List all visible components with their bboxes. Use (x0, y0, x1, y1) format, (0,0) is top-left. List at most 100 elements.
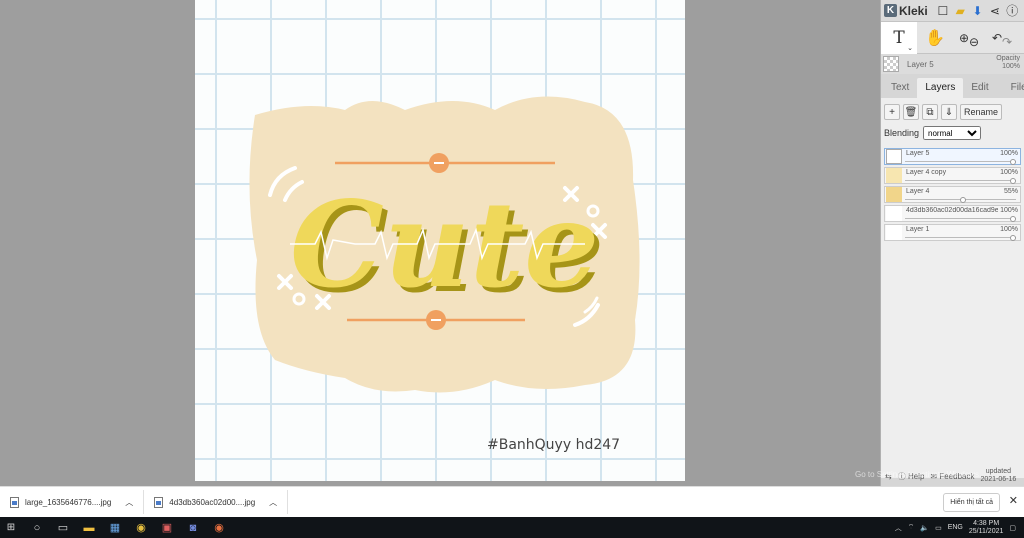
layer-name: Layer 4 copy (906, 169, 947, 176)
download-filename: 4d3db360ac02d00....jpg (169, 497, 256, 507)
add-layer-button[interactable]: + (884, 104, 900, 120)
clock-time: 4:38 PM (973, 519, 1000, 527)
delete-layer-button[interactable]: 🗑 (903, 104, 919, 120)
layer-item[interactable]: Layer 4 55% (884, 186, 1021, 203)
notifications-icon[interactable]: ▢ (1009, 524, 1016, 532)
current-layer-name: Layer 5 (907, 59, 934, 69)
app-icon[interactable]: ▣ (156, 517, 178, 538)
slider-knob[interactable] (1010, 159, 1016, 165)
updated-date: 2021-06-16 (980, 476, 1017, 483)
tab-edit[interactable]: Edit (963, 78, 996, 98)
blending-select[interactable]: normal (923, 126, 982, 140)
watermark-text: #BanhQuyy hd247 (487, 437, 621, 453)
slider-knob[interactable] (1010, 216, 1016, 222)
layer-thumbnail (886, 168, 902, 183)
kleki-logo-icon: K (884, 4, 897, 17)
updated-label: updated (985, 468, 1012, 475)
download-filename: large_1635646776....jpg (25, 497, 112, 507)
layer-opacity: 100% (1000, 226, 1018, 233)
blending-row: Blending normal (884, 126, 1021, 140)
zoom-in-icon[interactable]: ⊕ (959, 31, 969, 45)
layer-opacity-slider[interactable] (905, 159, 1016, 165)
layer-name: Layer 4 (906, 188, 930, 195)
tab-text[interactable]: Text (883, 78, 917, 98)
chrome-active-icon[interactable]: ◉ (208, 517, 230, 538)
image-file-icon (10, 496, 19, 508)
layer-item[interactable]: 4d3db360ac02d00da16cad9e 100% (884, 205, 1021, 222)
layer-opacity: 100% (1000, 150, 1018, 157)
layer-opacity-slider[interactable] (905, 235, 1016, 241)
chevron-up-icon[interactable]: ︿ (125, 497, 133, 508)
artboard[interactable]: Cute Cute #BanhQuyy hd247 (195, 0, 685, 481)
clock[interactable]: 4:38 PM 25/11/2021 (969, 520, 1004, 536)
volume-icon[interactable]: 🔈 (920, 524, 929, 532)
download-item[interactable]: large_1635646776....jpg ︿ (0, 490, 145, 514)
share-icon[interactable]: ⋖ (986, 2, 1003, 20)
kleki-logo[interactable]: K Kleki (884, 4, 934, 18)
layer-name: 4d3db360ac02d00da16cad9e (906, 207, 998, 214)
rename-layer-button[interactable]: Rename (960, 104, 1003, 120)
calculator-icon[interactable]: ▦ (104, 517, 126, 538)
layer-opacity-slider[interactable] (905, 178, 1016, 184)
undo-icon[interactable]: ↶ (992, 31, 1002, 45)
layer-thumbnail (886, 225, 902, 240)
chevron-up-icon[interactable]: ︿ (269, 497, 277, 508)
download-icon[interactable]: ⬇ (969, 2, 986, 20)
task-view-icon[interactable]: ▭ (52, 517, 74, 538)
layer-opacity-slider[interactable] (905, 216, 1016, 222)
redo-icon[interactable]: ↷ (1002, 35, 1012, 49)
help-icon[interactable]: ⓘ (1004, 2, 1021, 20)
chrome-icon[interactable]: ◉ (130, 517, 152, 538)
layer-list: Layer 5 100% Layer 4 copy 100% Layer 4 5… (884, 148, 1021, 241)
layer-name: Layer 1 (906, 226, 930, 233)
tab-file[interactable]: File (1003, 78, 1024, 98)
clock-date: 25/11/2021 (968, 527, 1004, 535)
layer-opacity-slider[interactable] (905, 197, 1016, 203)
system-tray: ︿ ⌔ 🔈 ▭ ENG 4:38 PM 25/11/2021 ▢ (895, 517, 1016, 538)
side-panel: K Kleki ☐ ▰ ⬇ ⋖ ⓘ T ⌄ ✋ ⊕ ⊖ ↶ ↷ Layer 5 … (880, 0, 1024, 486)
network-icon[interactable]: ⌔ (908, 523, 915, 532)
slider-knob[interactable] (1010, 235, 1016, 241)
hand-tool-button[interactable]: ✋ (917, 22, 953, 54)
layer-item[interactable]: Layer 5 100% (884, 148, 1021, 165)
layer-thumbnail (886, 187, 902, 202)
app-name: Kleki (899, 3, 928, 18)
layer-thumbnail (886, 206, 902, 221)
chevron-up-icon[interactable]: ︿ (895, 523, 902, 533)
layer-opacity: 100% (1000, 169, 1018, 176)
open-folder-icon[interactable]: ▰ (952, 2, 969, 20)
layer-name: Layer 5 (906, 150, 930, 157)
layer-item[interactable]: Layer 4 copy 100% (884, 167, 1021, 184)
panel-tabs: Text Layers Edit File (881, 76, 1024, 98)
canvas-workspace[interactable]: Cute Cute #BanhQuyy hd247 (0, 0, 880, 486)
text-tool-button[interactable]: T ⌄ (881, 21, 917, 54)
merge-layer-button[interactable]: ⇓ (941, 104, 957, 120)
battery-icon[interactable]: ▭ (935, 524, 942, 532)
tool-bar: T ⌄ ✋ ⊕ ⊖ ↶ ↷ (881, 21, 1024, 54)
downloads-bar: large_1635646776....jpg ︿ 4d3db360ac02d0… (0, 486, 1024, 517)
history-buttons: ↶ ↷ (985, 22, 1019, 54)
download-item[interactable]: 4d3db360ac02d00....jpg ︿ (144, 490, 289, 514)
zoom-out-icon[interactable]: ⊖ (969, 35, 979, 49)
show-all-button[interactable]: Hiển thị tất cả (943, 493, 1000, 512)
opacity-value: 100% (1002, 63, 1020, 70)
search-icon[interactable]: ○ (26, 517, 48, 538)
close-icon[interactable]: ✕ (1009, 494, 1018, 507)
top-bar: K Kleki ☐ ▰ ⬇ ⋖ ⓘ (881, 0, 1024, 22)
activate-windows-watermark: Go to Settings to activate Windows. (855, 470, 982, 479)
language-indicator[interactable]: ENG (948, 524, 963, 531)
layer-opacity: 55% (1003, 188, 1018, 195)
chevron-down-icon: ⌄ (907, 43, 913, 52)
tab-layers[interactable]: Layers (917, 78, 964, 98)
hand-icon: ✋ (925, 29, 945, 47)
duplicate-layer-button[interactable]: ⧉ (922, 104, 938, 120)
discord-icon[interactable]: ◙ (182, 517, 204, 538)
slider-knob[interactable] (1010, 178, 1016, 184)
slider-knob[interactable] (960, 197, 967, 203)
image-file-icon (154, 496, 164, 508)
current-layer-opacity: Opacity 100% (996, 55, 1020, 71)
new-file-icon[interactable]: ☐ (934, 2, 951, 20)
layer-item[interactable]: Layer 1 100% (884, 224, 1021, 241)
file-explorer-icon[interactable]: ▬ (78, 517, 100, 538)
windows-start-icon[interactable]: ⊞ (0, 517, 22, 538)
